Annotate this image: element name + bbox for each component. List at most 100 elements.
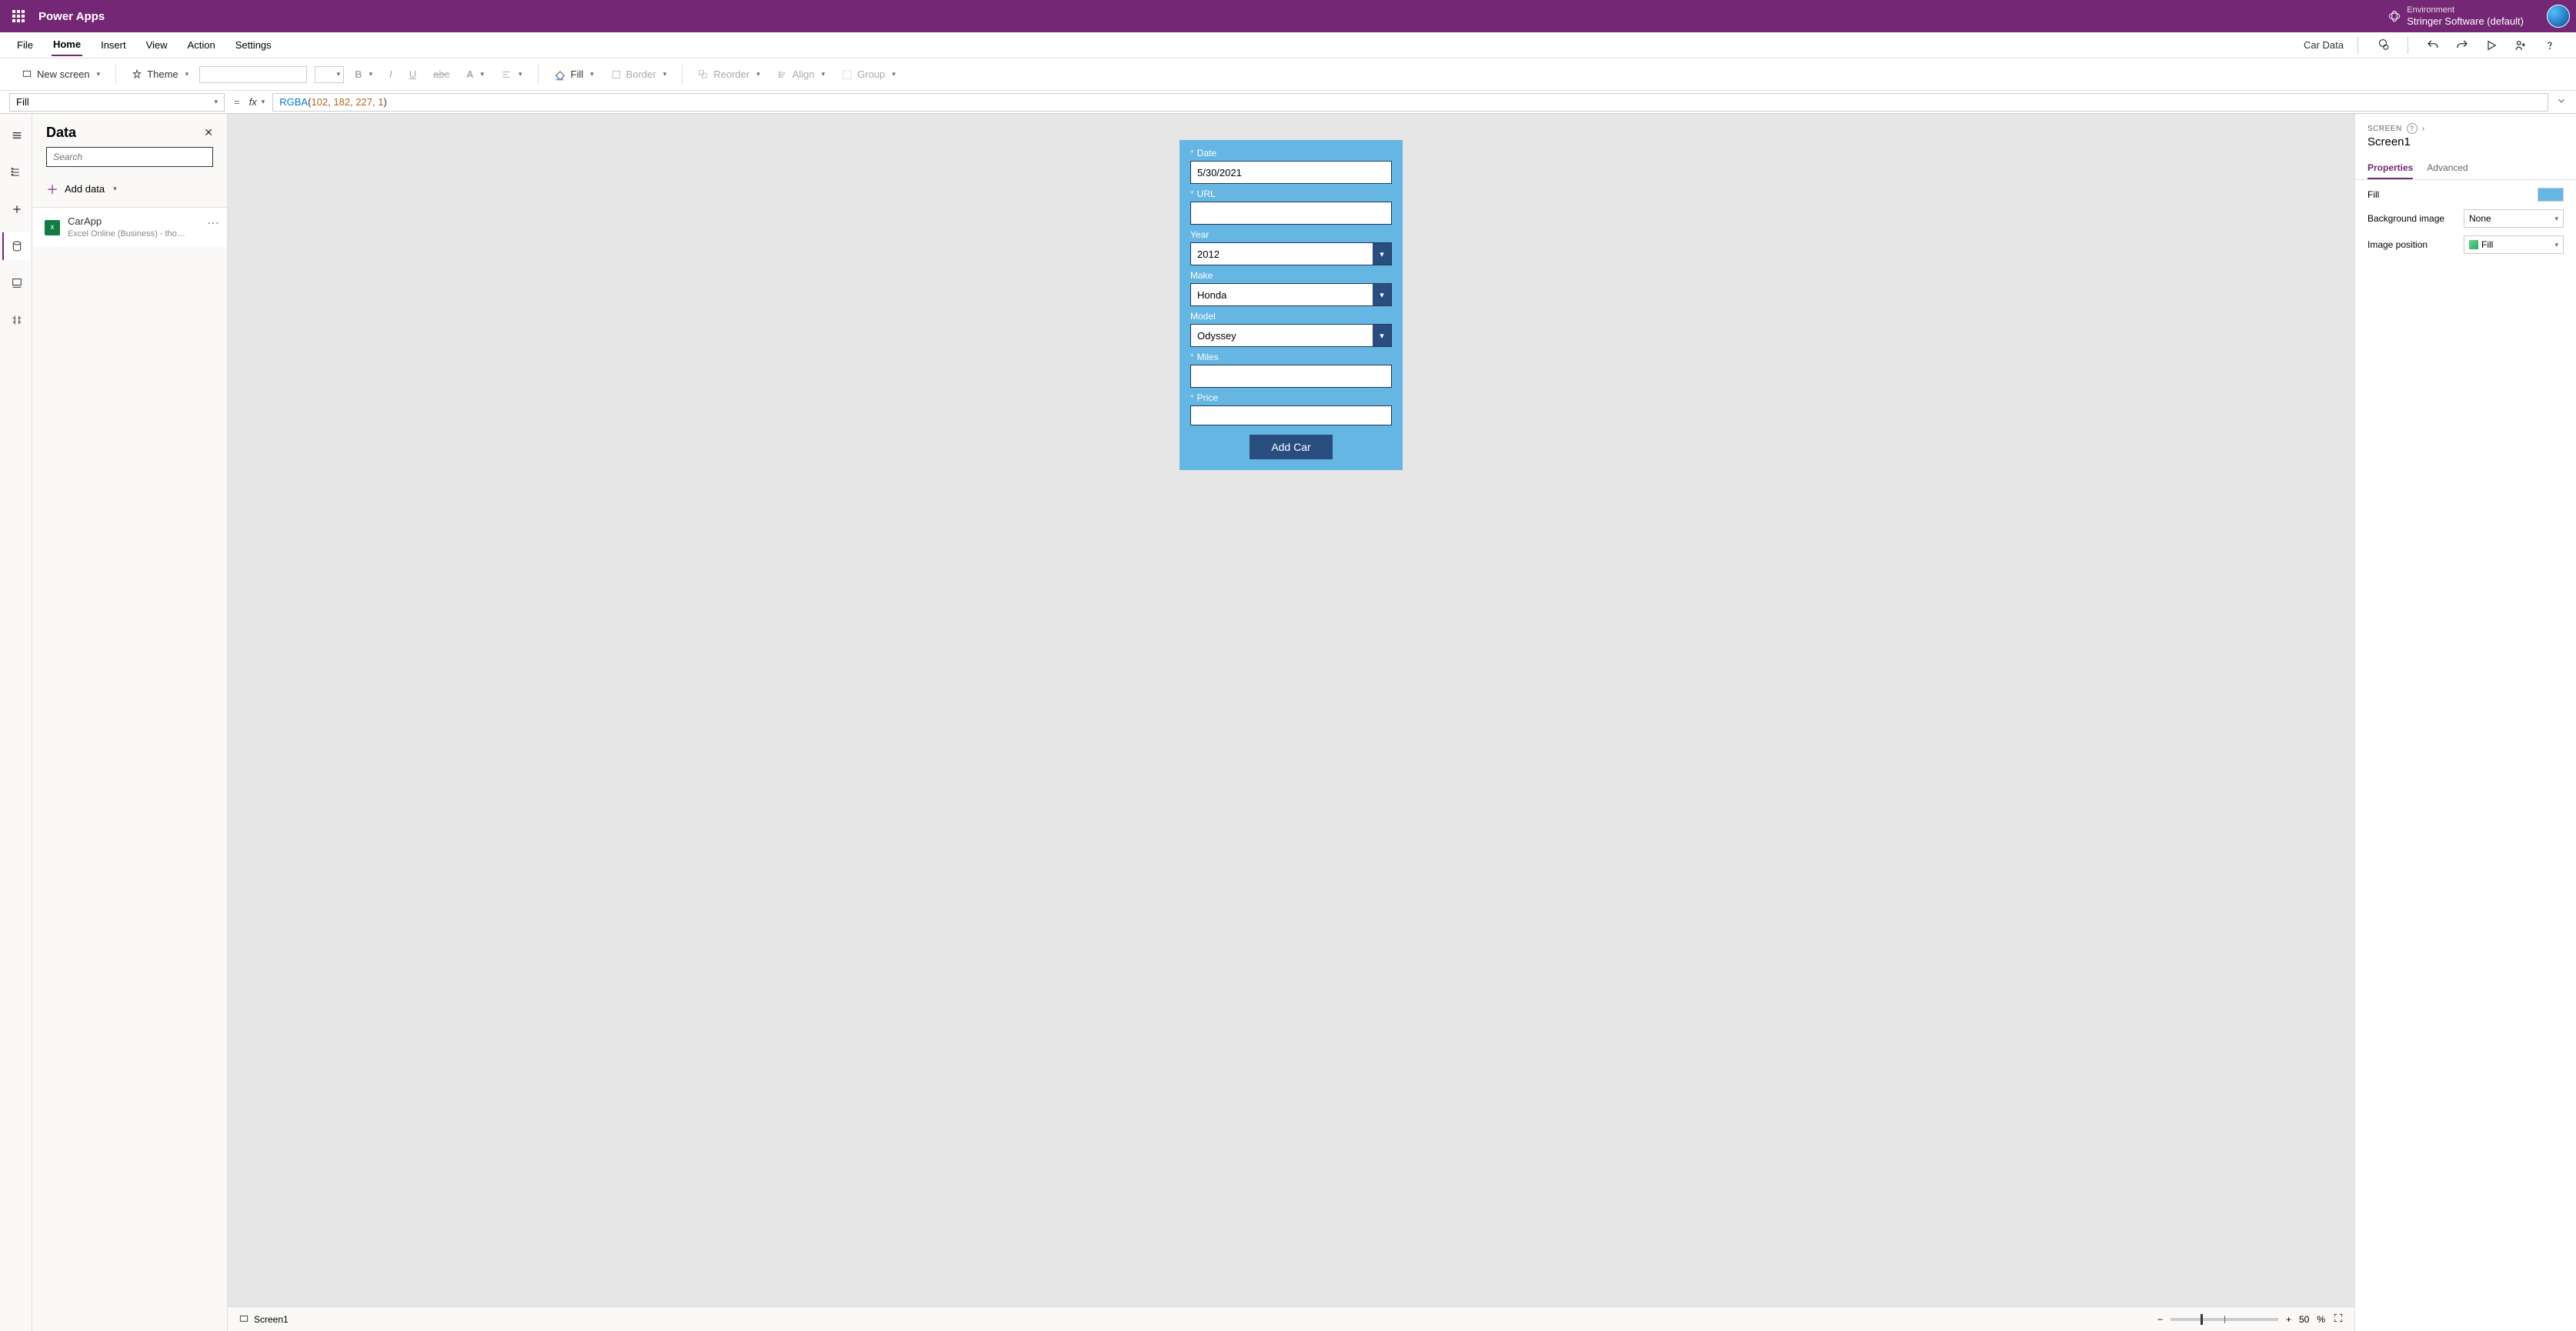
menu-action[interactable]: Action	[186, 35, 217, 55]
chevron-down-icon: ▾	[1373, 243, 1391, 265]
make-field-label: Make	[1190, 270, 1392, 281]
fill-color-swatch[interactable]	[2538, 188, 2564, 202]
property-name: Fill	[16, 96, 29, 108]
image-pos-dropdown[interactable]: Fill ▾	[2464, 235, 2564, 254]
model-select[interactable]: Odyssey ▾	[1190, 324, 1392, 347]
reorder-label: Reorder	[713, 68, 749, 80]
menu-home[interactable]: Home	[52, 34, 82, 56]
menu-settings[interactable]: Settings	[234, 35, 273, 55]
selected-element-name: Screen1	[2367, 135, 2564, 148]
canvas-viewport[interactable]: *Date *URL Year 2012 ▾ Make	[228, 114, 2354, 1306]
insert-icon[interactable]	[2, 195, 30, 223]
app-title: Power Apps	[38, 10, 105, 23]
zoom-in-icon[interactable]: +	[2286, 1314, 2291, 1325]
more-icon[interactable]: ⋯	[207, 215, 219, 231]
fit-to-window-icon[interactable]	[2333, 1313, 2344, 1326]
fit-icon	[2469, 240, 2478, 249]
formula-bar: Fill ▾ = fx ▾ RGBA(102, 182, 227, 1)	[0, 91, 2576, 114]
environment-selector[interactable]: Environment Stringer Software (default)	[2388, 5, 2524, 28]
model-field-label: Model	[1190, 311, 1392, 322]
formula-input[interactable]: RGBA(102, 182, 227, 1)	[272, 93, 2548, 112]
font-family-dropdown[interactable]	[199, 66, 307, 83]
price-field-label: *Price	[1190, 392, 1392, 403]
align-label: Align	[792, 68, 815, 80]
help-icon[interactable]	[2539, 35, 2561, 56]
reorder-button[interactable]: Reorder ▾	[692, 65, 766, 83]
fill-button[interactable]: Fill ▾	[548, 65, 600, 84]
app-checker-icon[interactable]	[2372, 35, 2394, 56]
environment-label: Environment	[2407, 5, 2524, 15]
breadcrumb-screen[interactable]: Screen1	[254, 1314, 289, 1325]
chevron-down-icon: ▾	[185, 70, 189, 78]
plus-icon: ＋	[46, 179, 58, 198]
data-source-name: CarApp	[68, 215, 191, 229]
excel-icon: x	[45, 220, 60, 235]
url-field-label: *URL	[1190, 188, 1392, 199]
miles-input[interactable]	[1190, 365, 1392, 388]
theme-label: Theme	[147, 68, 178, 80]
share-icon[interactable]	[2510, 35, 2531, 56]
miles-field-label: *Miles	[1190, 352, 1392, 362]
zoom-out-icon[interactable]: −	[2157, 1314, 2163, 1325]
bg-image-dropdown[interactable]: None ▾	[2464, 209, 2564, 228]
advanced-tab[interactable]: Advanced	[2427, 158, 2468, 179]
app-launcher-icon[interactable]	[6, 4, 31, 28]
strikethrough-button[interactable]: abc	[427, 65, 455, 83]
app-header: Power Apps Environment Stringer Software…	[0, 0, 2576, 32]
menu-view[interactable]: View	[145, 35, 169, 55]
fx-icon[interactable]: fx	[249, 96, 257, 108]
document-name[interactable]: Car Data	[2304, 39, 2344, 51]
menu-insert[interactable]: Insert	[99, 35, 128, 55]
user-avatar[interactable]	[2547, 5, 2570, 28]
canvas-area: *Date *URL Year 2012 ▾ Make	[228, 114, 2354, 1331]
chevron-down-icon[interactable]: ▾	[262, 98, 265, 106]
year-value: 2012	[1191, 243, 1373, 265]
align-button[interactable]: Align ▾	[771, 65, 831, 83]
menu-file[interactable]: File	[15, 35, 35, 55]
help-icon[interactable]: ?	[2407, 123, 2418, 134]
add-data-button[interactable]: ＋ Add data ▾	[32, 173, 227, 208]
font-color-button[interactable]: A▾	[460, 65, 490, 83]
fill-prop-label: Fill	[2367, 189, 2379, 200]
zoom-slider[interactable]	[2171, 1318, 2278, 1321]
zoom-value: 50	[2299, 1314, 2309, 1325]
url-input[interactable]	[1190, 202, 1392, 225]
tree-view-icon[interactable]	[2, 158, 30, 186]
new-screen-button[interactable]: New screen ▾	[15, 65, 106, 83]
redo-icon[interactable]	[2451, 35, 2473, 56]
data-source-item[interactable]: x CarApp Excel Online (Business) - thoma…	[32, 208, 227, 247]
hamburger-icon[interactable]	[2, 122, 30, 149]
properties-tab[interactable]: Properties	[2367, 158, 2413, 179]
zoom-pct: %	[2317, 1314, 2325, 1325]
price-input[interactable]	[1190, 405, 1392, 425]
data-search-input[interactable]	[46, 147, 213, 167]
canvas-footer: Screen1 − + 50 %	[228, 1306, 2354, 1331]
media-icon[interactable]	[2, 269, 30, 297]
data-icon[interactable]	[2, 232, 30, 260]
underline-button[interactable]: U	[403, 65, 422, 83]
bg-image-value: None	[2469, 213, 2491, 224]
close-icon[interactable]: ✕	[204, 126, 213, 139]
chevron-right-icon[interactable]: ›	[2422, 125, 2425, 133]
font-size-dropdown[interactable]: ▾	[315, 66, 344, 83]
property-selector[interactable]: Fill ▾	[9, 93, 225, 112]
theme-button[interactable]: Theme ▾	[125, 65, 195, 83]
add-car-button[interactable]: Add Car	[1250, 435, 1332, 459]
italic-button[interactable]: I	[383, 65, 399, 83]
text-align-button[interactable]: ▾	[495, 66, 529, 83]
chevron-down-icon: ▾	[214, 98, 218, 106]
app-screen[interactable]: *Date *URL Year 2012 ▾ Make	[1180, 140, 1403, 470]
date-input[interactable]	[1190, 161, 1392, 184]
year-select[interactable]: 2012 ▾	[1190, 242, 1392, 265]
chevron-down-icon: ▾	[1373, 284, 1391, 305]
group-button[interactable]: Group ▾	[836, 65, 902, 83]
bold-button[interactable]: B▾	[349, 65, 379, 83]
play-icon[interactable]	[2481, 35, 2502, 56]
undo-icon[interactable]	[2422, 35, 2444, 56]
left-rail	[0, 114, 32, 1331]
border-button[interactable]: Border ▾	[605, 65, 673, 83]
formula-expand-icon[interactable]	[2556, 95, 2567, 108]
tools-icon[interactable]	[2, 306, 30, 334]
paint-bucket-icon	[554, 68, 566, 81]
make-select[interactable]: Honda ▾	[1190, 283, 1392, 306]
